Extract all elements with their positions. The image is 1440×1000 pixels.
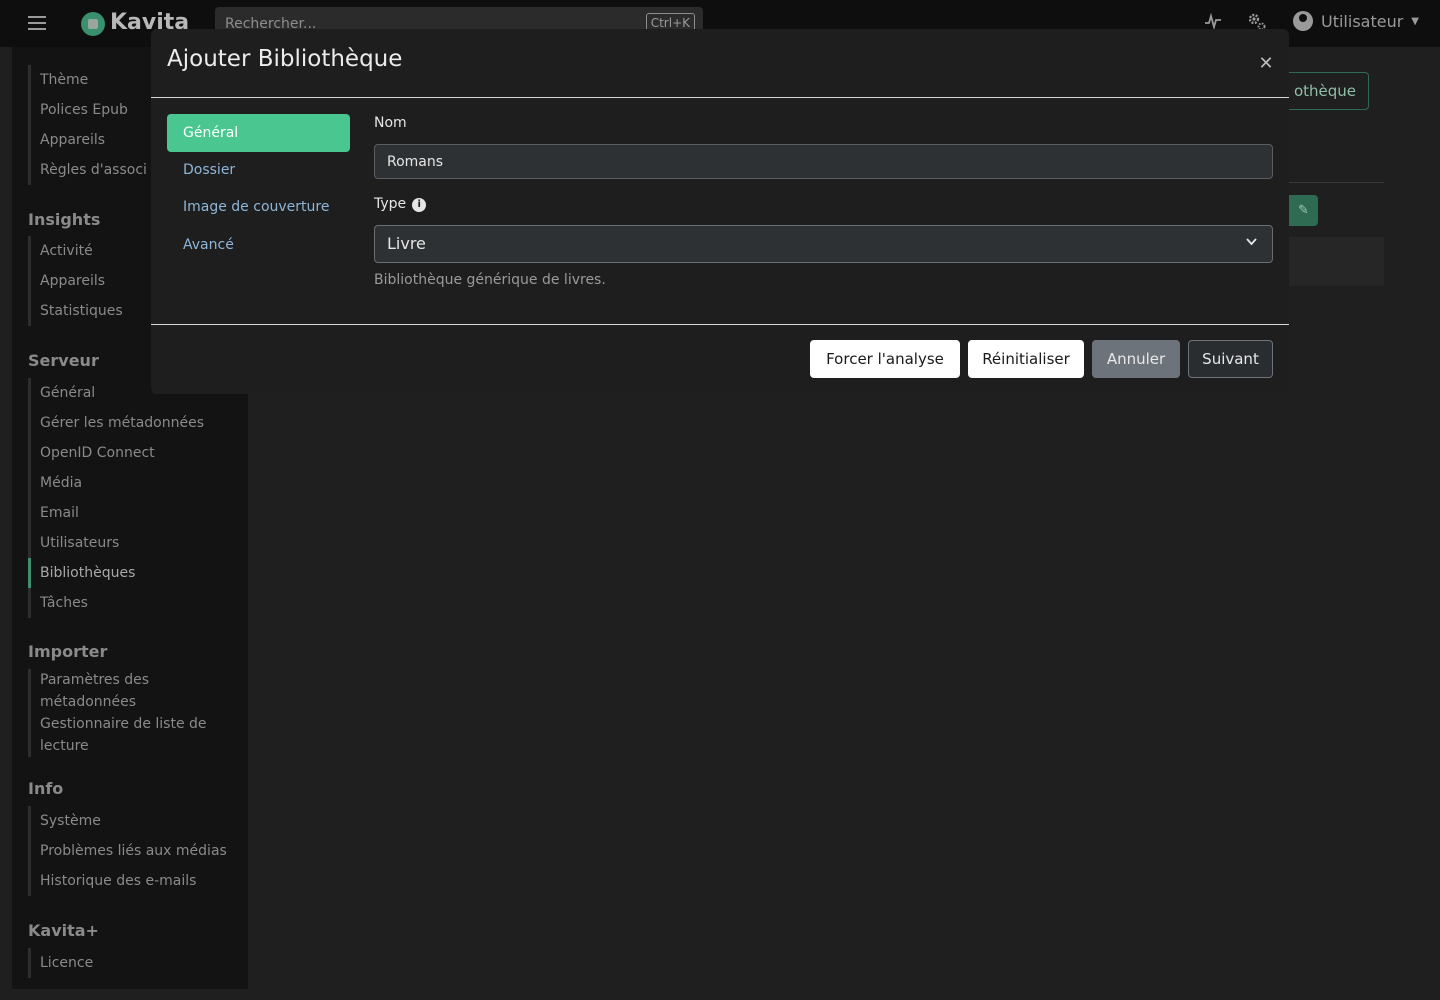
library-type-value: Livre [387, 234, 426, 253]
tab-general[interactable]: Général [167, 114, 350, 152]
sidebar-item-theme[interactable]: Thème [31, 65, 147, 95]
reset-button[interactable]: Réinitialiser [968, 340, 1084, 378]
edit-pencil-icon[interactable]: ✎ [1289, 195, 1318, 226]
library-type-select[interactable]: Livre [374, 225, 1273, 263]
caret-down-icon: ▼ [1411, 15, 1419, 27]
sidebar-item-manage-metadata[interactable]: Gérer les métadonnées [31, 408, 204, 438]
sidebar-item-users[interactable]: Utilisateurs [31, 528, 204, 558]
sidebar-active-indicator [28, 558, 31, 588]
sidebar-section-import: Importer [28, 642, 108, 661]
background-divider [1289, 182, 1384, 183]
sidebar-section-info: Info [28, 779, 64, 798]
modal-header-divider [151, 97, 1289, 98]
sidebar-item-matching-rules[interactable]: Règles d'associ [31, 155, 147, 185]
kavita-logo-icon[interactable] [81, 12, 105, 36]
sidebar-item-tasks[interactable]: Tâches [31, 588, 204, 618]
chevron-down-icon [1245, 226, 1258, 262]
sidebar-item-email[interactable]: Email [31, 498, 204, 528]
user-avatar-icon [1293, 11, 1313, 31]
library-name-input[interactable] [374, 144, 1273, 179]
sidebar-group-top: Thème Polices Epub Appareils Règles d'as… [28, 65, 147, 185]
user-menu[interactable]: Utilisateur ▼ [1293, 11, 1419, 31]
sidebar-item-epub-fonts[interactable]: Polices Epub [31, 95, 147, 125]
sidebar-item-devices-insights[interactable]: Appareils [31, 266, 123, 296]
type-label: Type [374, 196, 407, 212]
sidebar-group-import: Paramètres des métadonnées Gestionnaire … [28, 669, 241, 757]
sidebar-item-metadata-settings[interactable]: Paramètres des métadonnées [31, 669, 241, 713]
sidebar-group-kavita-plus: Licence [28, 948, 93, 978]
tab-folder[interactable]: Dossier [167, 151, 350, 189]
library-type-help-text: Bibliothèque générique de livres. [374, 272, 606, 288]
sidebar-item-libraries[interactable]: Bibliothèques [28, 558, 204, 588]
sidebar-group-server: Général Gérer les métadonnées OpenID Con… [28, 378, 204, 618]
type-label-row: Type i [374, 196, 427, 212]
sidebar-section-kavita-plus: Kavita+ [28, 921, 99, 940]
sidebar-item-email-history[interactable]: Historique des e-mails [31, 866, 227, 896]
modal-title: Ajouter Bibliothèque [167, 46, 403, 72]
sidebar-group-info: Système Problèmes liés aux médias Histor… [28, 806, 227, 896]
add-library-button-background[interactable]: othèque [1280, 72, 1369, 110]
force-scan-button[interactable]: Forcer l'analyse [810, 340, 960, 378]
next-button[interactable]: Suivant [1188, 340, 1273, 378]
tab-advanced[interactable]: Avancé [167, 226, 350, 264]
close-icon[interactable]: ✕ [1255, 53, 1277, 75]
sidebar-section-insights: Insights [28, 210, 101, 229]
sidebar-item-openid-connect[interactable]: OpenID Connect [31, 438, 204, 468]
modal-footer-divider [151, 324, 1289, 325]
sidebar-item-libraries-label: Bibliothèques [40, 565, 136, 581]
add-library-modal: Ajouter Bibliothèque ✕ Général Dossier I… [151, 29, 1289, 394]
name-label: Nom [374, 115, 407, 131]
sidebar-section-server: Serveur [28, 351, 99, 370]
hamburger-menu-icon[interactable] [28, 13, 46, 33]
user-menu-label: Utilisateur [1321, 11, 1404, 31]
sidebar-item-statistics[interactable]: Statistiques [31, 296, 123, 326]
sidebar-group-insights: Activité Appareils Statistiques [28, 236, 123, 326]
sidebar-item-reading-list-manager[interactable]: Gestionnaire de liste de lecture [31, 713, 241, 757]
sidebar-item-system[interactable]: Système [31, 806, 227, 836]
sidebar-item-media-issues[interactable]: Problèmes liés aux médias [31, 836, 227, 866]
cancel-button[interactable]: Annuler [1092, 340, 1180, 378]
tab-cover-image[interactable]: Image de couverture [167, 188, 350, 226]
sidebar-item-activity[interactable]: Activité [31, 236, 123, 266]
library-table-row [1289, 237, 1384, 286]
sidebar-item-license[interactable]: Licence [31, 948, 93, 978]
sidebar-item-devices[interactable]: Appareils [31, 125, 147, 155]
sidebar-item-media[interactable]: Média [31, 468, 204, 498]
info-icon[interactable]: i [412, 198, 427, 212]
